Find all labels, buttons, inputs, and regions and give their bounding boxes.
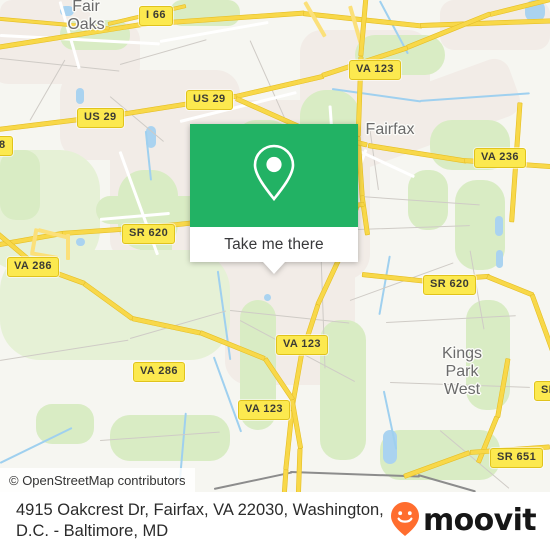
location-info-card[interactable]: Take me there xyxy=(190,124,358,274)
footer-bar: 4915 Oakcrest Dr, Fairfax, VA 22030, Was… xyxy=(0,492,550,550)
moovit-pin-icon xyxy=(390,501,420,542)
moovit-wordmark: moovit xyxy=(422,503,537,538)
take-me-there-button[interactable]: Take me there xyxy=(190,227,358,262)
place-label-kings-park-west: Kings Park West xyxy=(441,345,483,398)
moovit-logo[interactable]: moovit xyxy=(390,501,537,542)
card-image-panel xyxy=(190,124,358,227)
take-me-there-label: Take me there xyxy=(224,235,324,253)
address-text: 4915 Oakcrest Dr, Fairfax, VA 22030, Was… xyxy=(16,501,384,540)
map-screenshot: I 66 VA 123 US 29 US 29 VA 236 SR 620 VA 286 SR… xyxy=(0,0,550,550)
card-pointer-tail xyxy=(263,262,285,274)
map-canvas[interactable]: I 66 VA 123 US 29 US 29 VA 236 SR 620 VA 286 SR… xyxy=(0,0,550,492)
map-pin-icon xyxy=(250,142,298,209)
place-label-fairfax: Fairfax xyxy=(365,121,415,138)
osm-attribution: © OpenStreetMap contributors xyxy=(0,468,195,492)
place-label-fair-oaks: Fair Oaks xyxy=(67,0,105,33)
osm-attribution-text: © OpenStreetMap contributors xyxy=(9,472,186,488)
